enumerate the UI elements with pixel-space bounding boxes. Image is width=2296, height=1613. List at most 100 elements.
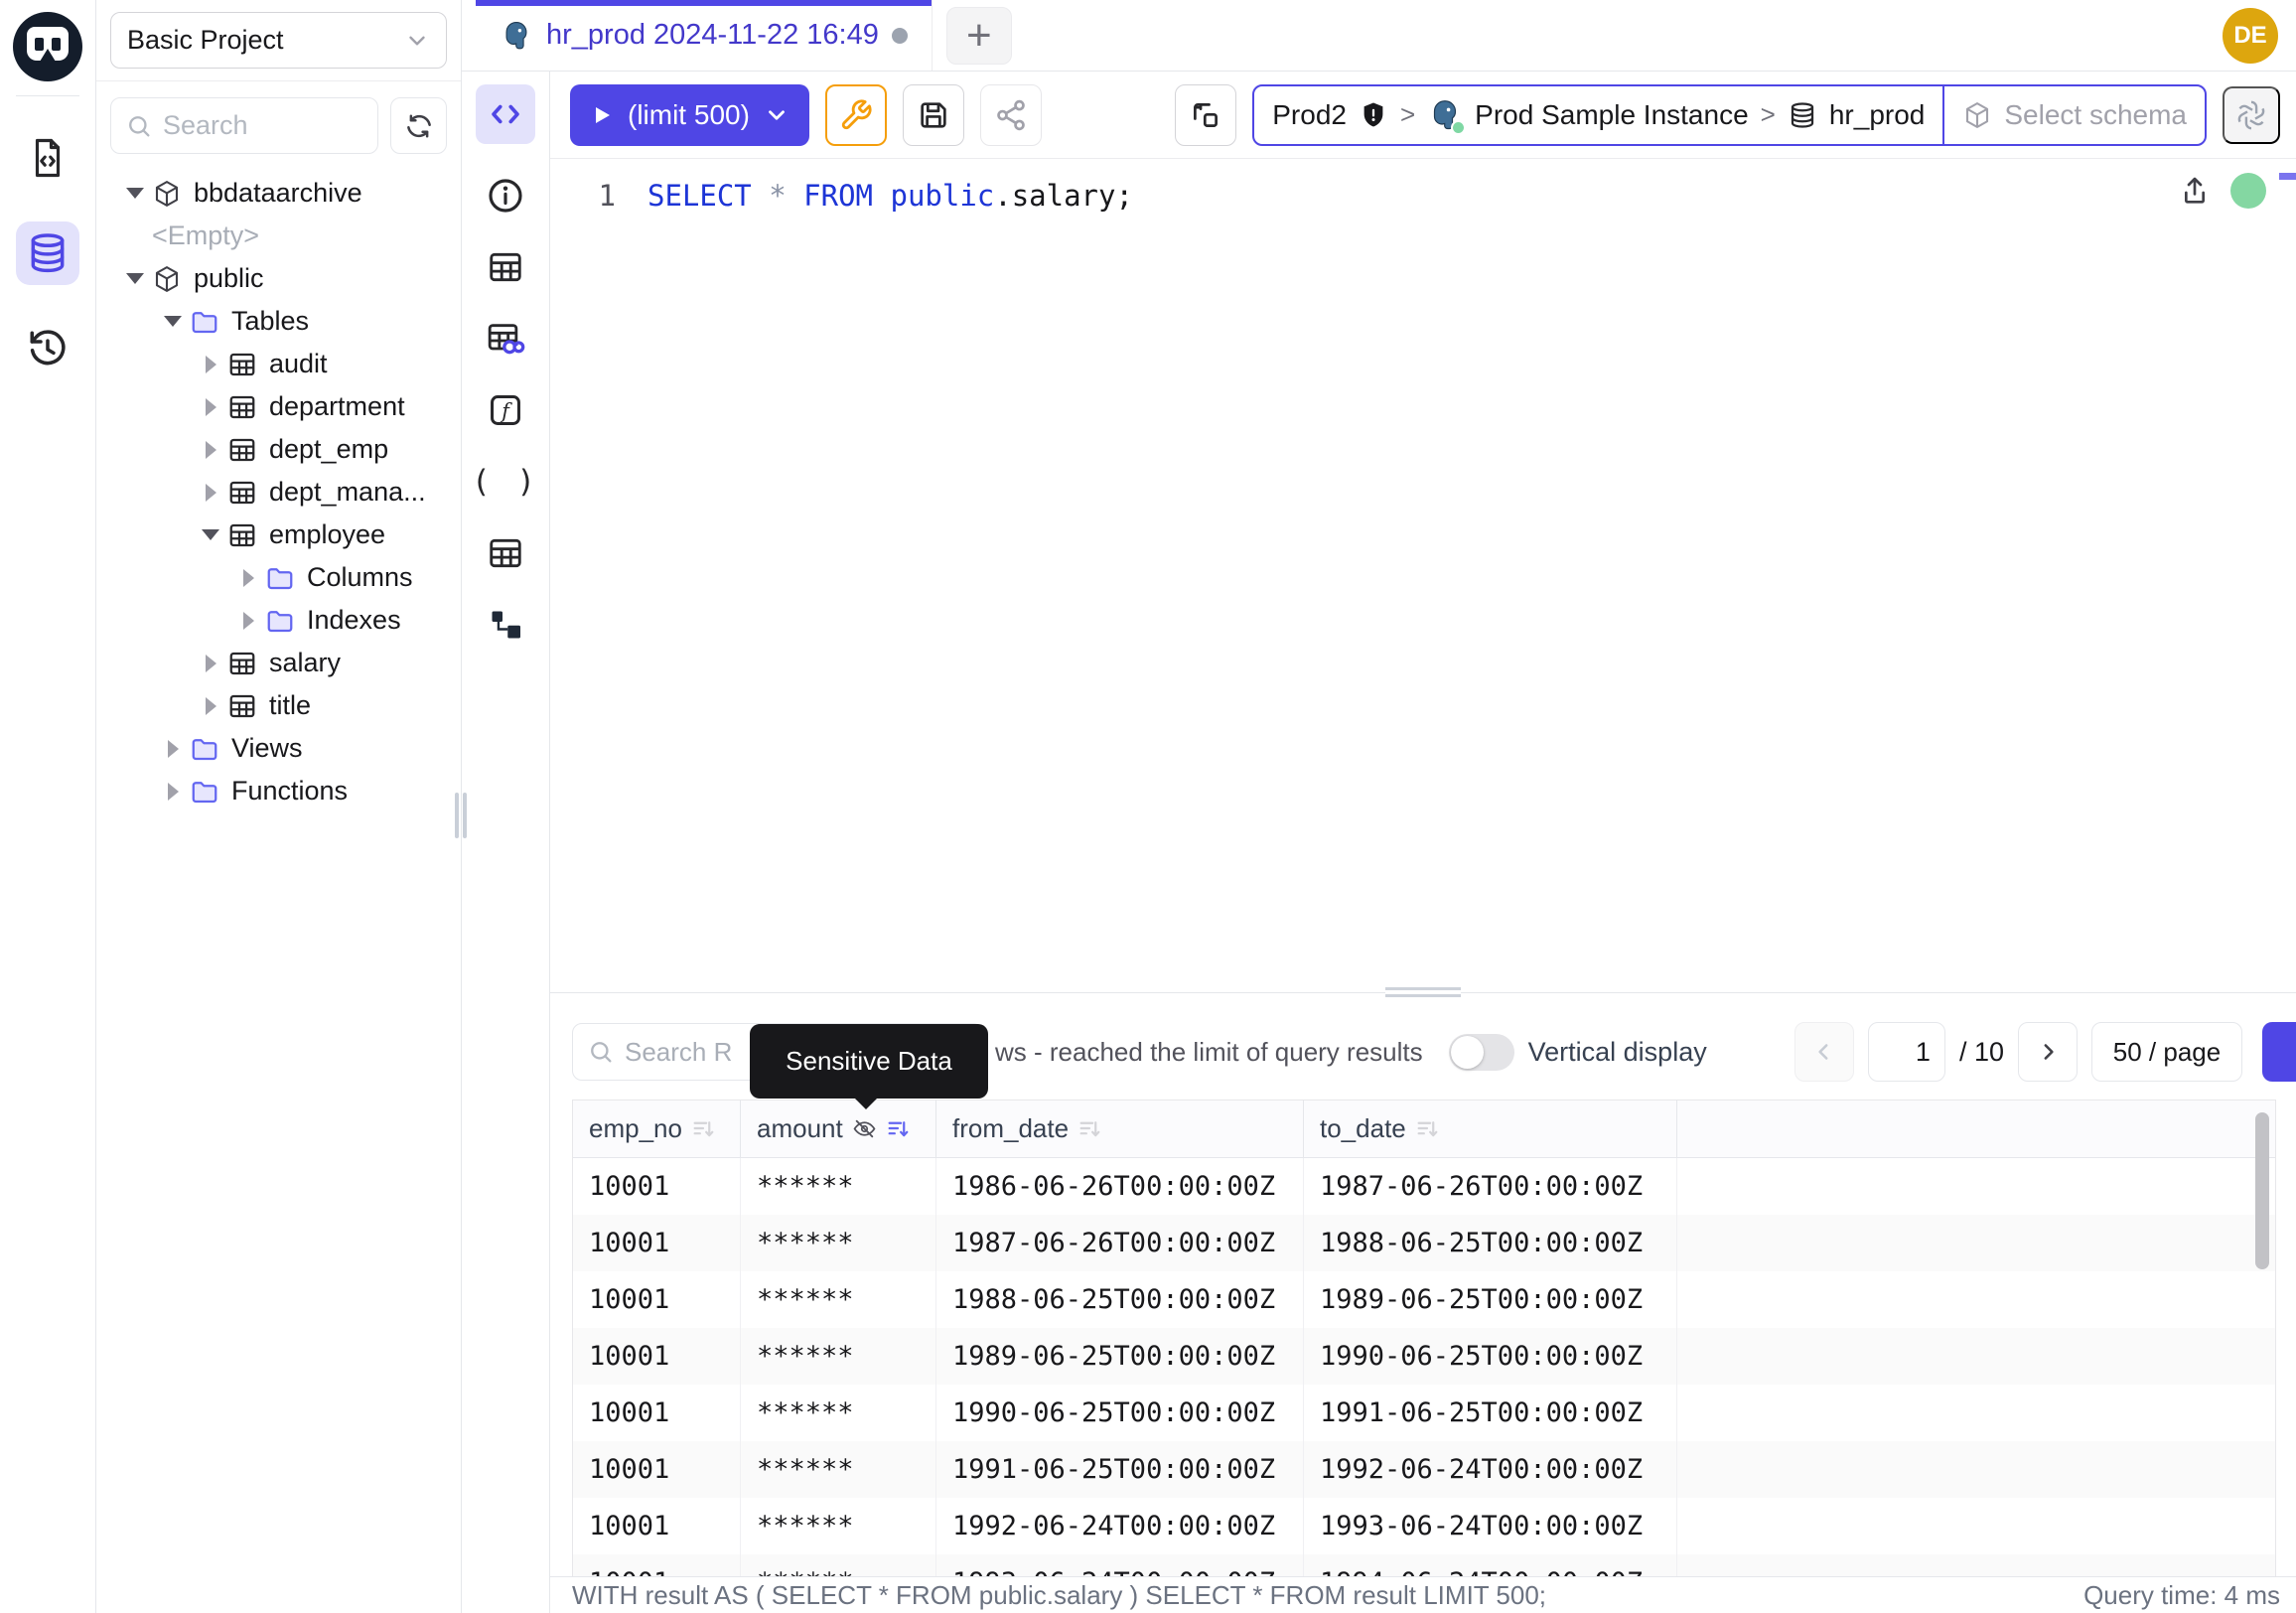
cell-emp-no[interactable]: 10001 [573, 1385, 741, 1441]
cell-amount-masked[interactable]: ****** [741, 1215, 936, 1271]
cell-amount-masked[interactable]: ****** [741, 1441, 936, 1498]
cell-to-date[interactable]: 1988-06-25T00:00:00Z [1304, 1215, 1677, 1271]
external-tables-button[interactable] [484, 531, 527, 575]
tab-hr-prod[interactable]: hr_prod 2024-11-22 16:49 [476, 0, 933, 71]
tree-caret[interactable] [118, 188, 152, 199]
table-row[interactable]: 10001 ****** 1993-06-24T00:00:00Z 1994-0… [573, 1554, 2275, 1576]
tree-item[interactable]: department [108, 385, 461, 428]
tables-panel-button[interactable] [484, 245, 527, 289]
procedures-panel-button[interactable]: ( ) [484, 460, 527, 504]
ai-assistant-button[interactable] [2223, 86, 2280, 144]
upload-icon[interactable] [2179, 175, 2211, 207]
tree-item[interactable]: Functions [108, 770, 461, 812]
tree-item[interactable]: dept_emp [108, 428, 461, 471]
select-schema[interactable]: Select schema [1942, 86, 2205, 144]
table-row[interactable]: 10001 ****** 1992-06-24T00:00:00Z 1993-0… [573, 1498, 2275, 1554]
tree-caret[interactable] [194, 398, 227, 416]
database-nav-button[interactable] [16, 221, 79, 285]
cell-amount-masked[interactable]: ****** [741, 1385, 936, 1441]
cell-to-date[interactable]: 1994-06-24T00:00:00Z [1304, 1554, 1677, 1576]
avatar[interactable]: DE [2223, 8, 2278, 64]
tree-item[interactable]: <Empty> [108, 215, 461, 257]
connection-button[interactable] [1175, 84, 1236, 146]
cell-from-date[interactable]: 1992-06-24T00:00:00Z [936, 1498, 1304, 1554]
sort-icon[interactable] [1415, 1116, 1440, 1141]
cell-amount-masked[interactable]: ****** [741, 1498, 936, 1554]
tree-caret[interactable] [156, 740, 190, 758]
refresh-schema-button[interactable] [390, 97, 447, 154]
new-tab-button[interactable]: + [946, 7, 1012, 65]
column-header[interactable]: emp_no [573, 1100, 741, 1157]
tree-caret[interactable] [156, 316, 190, 327]
next-page-button[interactable] [2018, 1022, 2078, 1082]
save-sheet-button[interactable] [903, 84, 964, 146]
cell-emp-no[interactable]: 10001 [573, 1498, 741, 1554]
sql-editor[interactable]: 1 SELECT * FROM public.salary; [550, 159, 2296, 992]
cell-amount-masked[interactable]: ****** [741, 1328, 936, 1385]
cell-to-date[interactable]: 1991-06-25T00:00:00Z [1304, 1385, 1677, 1441]
functions-panel-button[interactable]: f [484, 388, 527, 432]
sort-icon[interactable] [886, 1116, 911, 1141]
cell-amount-masked[interactable]: ****** [741, 1158, 936, 1215]
sidebar-search-box[interactable] [110, 97, 378, 154]
cell-emp-no[interactable]: 10001 [573, 1328, 741, 1385]
tree-item[interactable]: Views [108, 727, 461, 770]
tree-item[interactable]: Columns [108, 556, 461, 599]
info-button[interactable] [484, 174, 527, 218]
code-view-button[interactable] [476, 84, 535, 144]
cell-to-date[interactable]: 1993-06-24T00:00:00Z [1304, 1498, 1677, 1554]
cell-from-date[interactable]: 1990-06-25T00:00:00Z [936, 1385, 1304, 1441]
cell-to-date[interactable]: 1992-06-24T00:00:00Z [1304, 1441, 1677, 1498]
column-header[interactable]: to_date [1304, 1100, 1677, 1157]
cell-from-date[interactable]: 1987-06-26T00:00:00Z [936, 1215, 1304, 1271]
page-number-input[interactable] [1868, 1022, 1945, 1082]
table-row[interactable]: 10001 ****** 1987-06-26T00:00:00Z 1988-0… [573, 1215, 2275, 1271]
connection-breadcrumb[interactable]: Prod2 > Prod Sample Instance > [1252, 84, 2207, 146]
cell-amount-masked[interactable]: ****** [741, 1271, 936, 1328]
cell-to-date[interactable]: 1990-06-25T00:00:00Z [1304, 1328, 1677, 1385]
table-row[interactable]: 10001 ****** 1989-06-25T00:00:00Z 1990-0… [573, 1328, 2275, 1385]
admin-mode-button[interactable] [825, 84, 887, 146]
split-drag-handle[interactable] [1385, 987, 1461, 997]
page-size-select[interactable]: 50 / page [2091, 1022, 2242, 1082]
share-sheet-button[interactable] [980, 84, 1042, 146]
tree-item[interactable]: audit [108, 343, 461, 385]
cell-from-date[interactable]: 1993-06-24T00:00:00Z [936, 1554, 1304, 1576]
tree-item[interactable]: Tables [108, 300, 461, 343]
cell-from-date[interactable]: 1986-06-26T00:00:00Z [936, 1158, 1304, 1215]
run-query-button[interactable]: (limit 500) [570, 84, 809, 146]
sidebar-resize-handle[interactable] [455, 793, 467, 838]
sidebar-search-input[interactable] [163, 110, 363, 141]
tree-caret[interactable] [156, 783, 190, 801]
cell-emp-no[interactable]: 10001 [573, 1271, 741, 1328]
bytebase-logo[interactable] [13, 12, 82, 81]
table-scrollbar-thumb[interactable] [2255, 1112, 2269, 1269]
tree-item[interactable]: bbdataarchive [108, 172, 461, 215]
code-line-1[interactable]: 1 SELECT * FROM public.salary; [550, 179, 2296, 213]
cell-from-date[interactable]: 1989-06-25T00:00:00Z [936, 1328, 1304, 1385]
tree-item[interactable]: title [108, 684, 461, 727]
cell-emp-no[interactable]: 10001 [573, 1215, 741, 1271]
tree-item[interactable]: employee [108, 513, 461, 556]
tree-item[interactable]: salary [108, 642, 461, 684]
column-header[interactable]: from_date [936, 1100, 1304, 1157]
column-header[interactable]: amount [741, 1100, 936, 1157]
cell-emp-no[interactable]: 10001 [573, 1441, 741, 1498]
cell-to-date[interactable]: 1989-06-25T00:00:00Z [1304, 1271, 1677, 1328]
tree-item[interactable]: Indexes [108, 599, 461, 642]
tree-caret[interactable] [194, 356, 227, 373]
sort-icon[interactable] [691, 1116, 716, 1141]
masked-tables-button[interactable] [484, 317, 527, 361]
tree-caret[interactable] [194, 655, 227, 672]
cell-emp-no[interactable]: 10001 [573, 1554, 741, 1576]
cell-emp-no[interactable]: 10001 [573, 1158, 741, 1215]
cell-from-date[interactable]: 1988-06-25T00:00:00Z [936, 1271, 1304, 1328]
sort-icon[interactable] [1077, 1116, 1102, 1141]
worksheets-nav-button[interactable] [16, 126, 79, 190]
cell-from-date[interactable]: 1991-06-25T00:00:00Z [936, 1441, 1304, 1498]
history-nav-button[interactable] [16, 317, 79, 380]
tree-caret[interactable] [194, 484, 227, 502]
tree-caret[interactable] [194, 529, 227, 540]
tree-caret[interactable] [194, 697, 227, 715]
prev-page-button[interactable] [1794, 1022, 1854, 1082]
